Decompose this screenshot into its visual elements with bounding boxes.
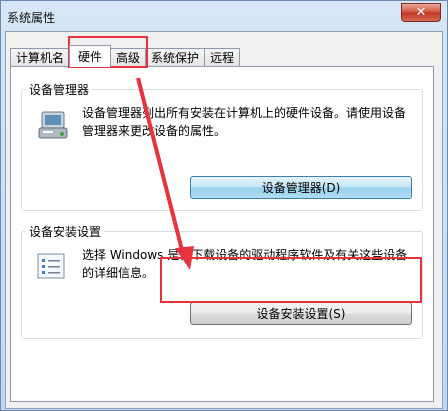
- tab-hardware[interactable]: 硬件: [69, 45, 112, 67]
- annotation-arrow: [136, 77, 194, 270]
